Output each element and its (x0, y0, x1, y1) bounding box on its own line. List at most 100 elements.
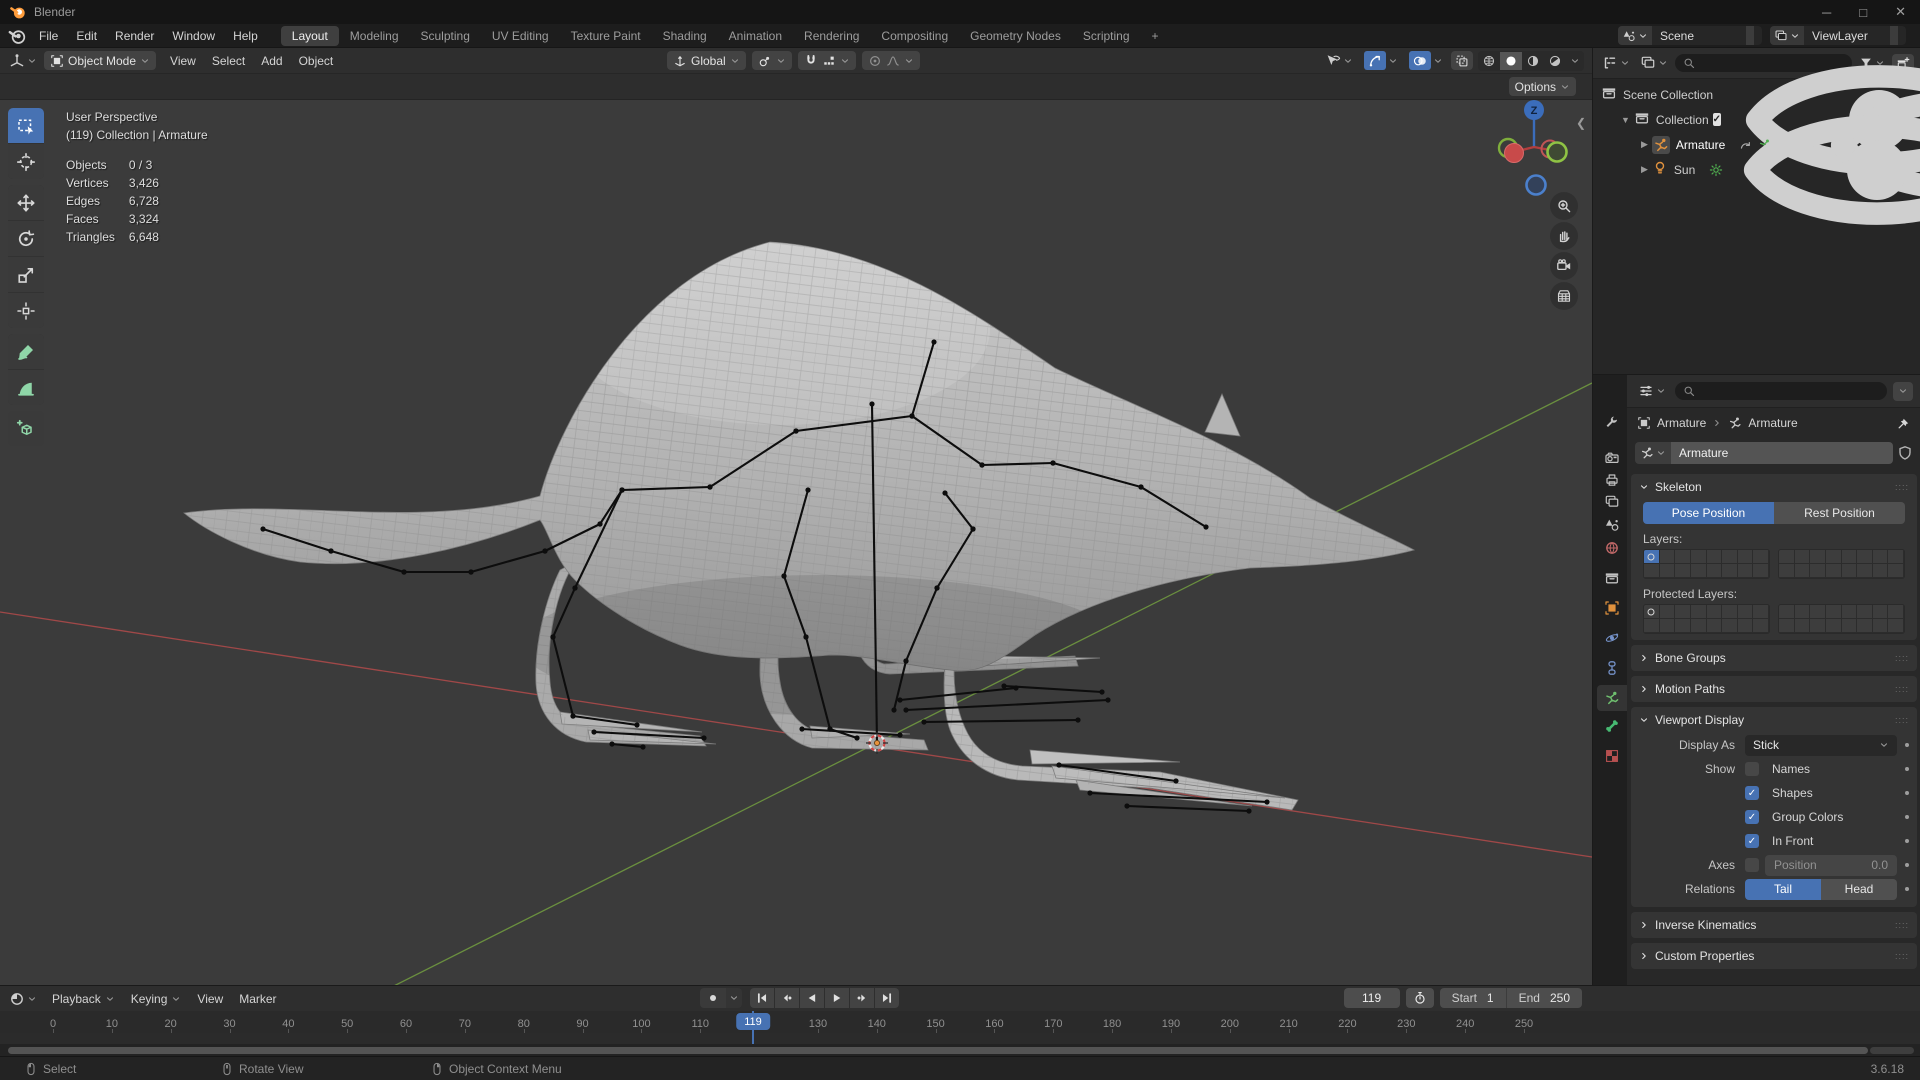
layer-cell[interactable] (1707, 619, 1723, 633)
jump-start-button[interactable] (750, 988, 774, 1008)
properties-tab-tool[interactable] (1597, 409, 1627, 435)
layer-cell[interactable] (1691, 619, 1707, 633)
viewport-menu-object[interactable]: Object (291, 52, 342, 70)
layer-cell[interactable] (1738, 564, 1754, 578)
collection-checkbox[interactable]: ✓ (1713, 113, 1721, 126)
workspace-tab-rendering[interactable]: Rendering (793, 26, 870, 46)
layer-cell[interactable] (1842, 605, 1858, 619)
layer-cell[interactable] (1722, 619, 1738, 633)
layer-cell[interactable] (1857, 564, 1873, 578)
layer-cell[interactable] (1873, 605, 1889, 619)
shading-solid[interactable] (1500, 52, 1522, 70)
menu-edit[interactable]: Edit (67, 27, 106, 45)
menu-render[interactable]: Render (106, 27, 163, 45)
layer-cell[interactable] (1738, 619, 1754, 633)
layer-cell[interactable] (1722, 605, 1738, 619)
panel-grip[interactable]: :::: (1895, 920, 1909, 930)
checkbox-group-colors[interactable]: ✓ (1745, 810, 1759, 824)
layer-cell[interactable] (1707, 550, 1723, 564)
workspace-tab-shading[interactable]: Shading (652, 26, 718, 46)
layer-cell[interactable] (1644, 619, 1660, 633)
panel-bone-groups-header[interactable]: Bone Groups :::: (1631, 645, 1917, 671)
panel-grip[interactable]: :::: (1895, 951, 1909, 961)
start-frame-field[interactable]: Start1 (1440, 988, 1506, 1008)
layer-cell[interactable] (1888, 550, 1904, 564)
layer-cell[interactable] (1810, 550, 1826, 564)
tool-move[interactable] (8, 185, 44, 220)
layer-cell[interactable] (1857, 550, 1873, 564)
properties-tab-physics[interactable] (1597, 625, 1627, 651)
panel-grip[interactable]: :::: (1895, 715, 1909, 725)
datablock-selector[interactable] (1635, 442, 1671, 464)
eye-icon[interactable] (1727, 20, 1920, 320)
show-object-types[interactable] (1322, 51, 1356, 70)
rest-position-button[interactable]: Rest Position (1774, 502, 1905, 524)
axes-checkbox[interactable] (1745, 858, 1759, 872)
viewport-menu-view[interactable]: View (162, 52, 204, 70)
options-button[interactable]: Options (1509, 77, 1576, 96)
layer-cell[interactable] (1660, 619, 1676, 633)
breadcrumb-object[interactable]: Armature (1657, 416, 1706, 430)
properties-search-input[interactable] (1675, 382, 1887, 400)
key-prev-button[interactable] (775, 988, 799, 1008)
outliner-editor-type[interactable] (1599, 54, 1633, 73)
workspace-tab-scripting[interactable]: Scripting (1072, 26, 1141, 46)
layer-cell[interactable] (1707, 605, 1723, 619)
scrollbar-stub[interactable] (1870, 1047, 1914, 1054)
workspace-tab-layout[interactable]: Layout (281, 26, 339, 46)
menu-window[interactable]: Window (163, 27, 224, 45)
disclosure-triangle[interactable]: ▶ (1641, 164, 1648, 175)
panel-grip[interactable]: :::: (1895, 482, 1909, 492)
animate-dot[interactable] (1905, 887, 1909, 891)
panel-grip[interactable]: :::: (1895, 684, 1909, 694)
layer-cell[interactable] (1842, 564, 1858, 578)
shading-dropdown[interactable] (1566, 54, 1584, 68)
layer-cell[interactable] (1644, 550, 1660, 564)
layer-cell[interactable] (1753, 605, 1769, 619)
timeline-menu-playback[interactable]: Playback (44, 990, 123, 1008)
layer-cell[interactable] (1873, 550, 1889, 564)
checkbox-shapes[interactable]: ✓ (1745, 786, 1759, 800)
timeline-menu-marker[interactable]: Marker (231, 990, 284, 1008)
layer-cell[interactable] (1675, 605, 1691, 619)
layer-cell[interactable] (1660, 605, 1676, 619)
layer-cell[interactable] (1826, 605, 1842, 619)
checkbox-names[interactable] (1745, 762, 1759, 776)
layer-cell[interactable] (1722, 564, 1738, 578)
menu-help[interactable]: Help (224, 27, 267, 45)
tool-rotate[interactable] (8, 220, 44, 256)
navigation-gizmo[interactable]: Z (1490, 100, 1590, 200)
keying-dropdown[interactable] (726, 988, 742, 1008)
properties-editor-type[interactable] (1635, 382, 1669, 401)
layer-cell[interactable] (1779, 564, 1795, 578)
shading-material[interactable] (1522, 52, 1544, 70)
layer-cell[interactable] (1691, 564, 1707, 578)
nav-zoom-button[interactable] (1550, 192, 1578, 220)
disclosure-triangle[interactable]: ▼ (1621, 115, 1630, 125)
region-collapse-chevron[interactable]: ❮ (1576, 116, 1586, 130)
nav-pan-button[interactable] (1550, 222, 1578, 250)
disclosure-triangle[interactable]: ▶ (1641, 139, 1648, 150)
workspace-tab-texture-paint[interactable]: Texture Paint (560, 26, 652, 46)
workspace-tab-+[interactable]: + (1141, 26, 1170, 46)
layer-cell[interactable] (1857, 605, 1873, 619)
pose-position-button[interactable]: Pose Position (1643, 502, 1774, 524)
xray-toggle[interactable] (1451, 51, 1473, 70)
layer-cell[interactable] (1888, 619, 1904, 633)
tool-add-cube[interactable] (8, 411, 44, 446)
layer-cell[interactable] (1888, 564, 1904, 578)
mode-selector[interactable]: Object Mode (44, 51, 156, 70)
editor-type-button[interactable] (6, 51, 40, 70)
display-as-dropdown[interactable]: Stick (1745, 735, 1897, 756)
timeline-menu-keying[interactable]: Keying (123, 990, 190, 1008)
scrollbar-thumb[interactable] (8, 1047, 1868, 1054)
layer-cell[interactable] (1753, 564, 1769, 578)
shading-rendered[interactable] (1544, 52, 1566, 70)
tool-transform[interactable] (8, 292, 44, 328)
layer-cell[interactable] (1691, 550, 1707, 564)
nav-ortho-button[interactable] (1550, 282, 1578, 310)
layer-cell[interactable] (1644, 605, 1660, 619)
layer-cell[interactable] (1873, 619, 1889, 633)
layer-cell[interactable] (1675, 550, 1691, 564)
animate-dot[interactable] (1905, 839, 1909, 843)
